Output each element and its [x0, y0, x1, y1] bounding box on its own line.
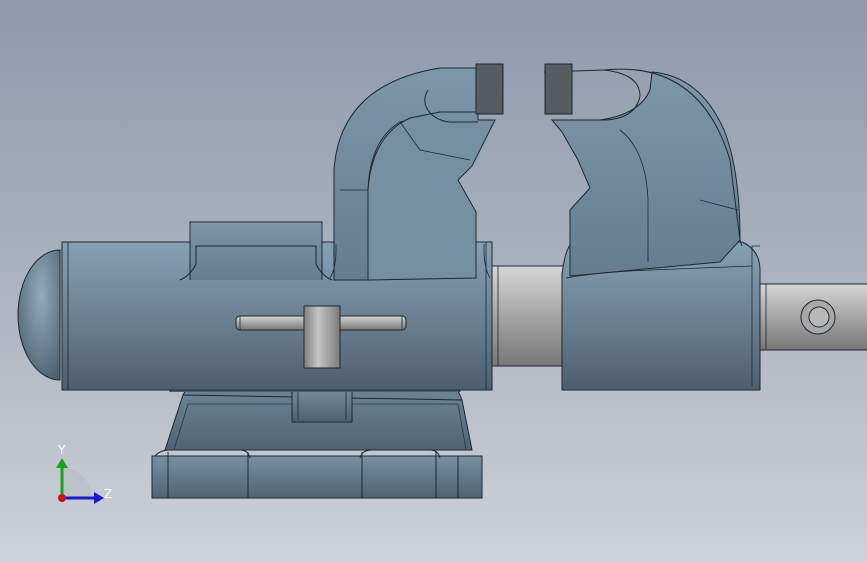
cad-viewport[interactable]: Y Z	[0, 0, 867, 562]
z-axis-label: Z	[104, 487, 112, 501]
y-axis-label: Y	[57, 443, 66, 457]
handle-shaft[interactable]	[759, 283, 867, 351]
handle-hole-icon	[808, 306, 830, 328]
main-screw[interactable]	[491, 265, 565, 367]
movable-jaw[interactable]	[543, 63, 761, 391]
movable-jaw-plate	[544, 63, 573, 115]
view-triad[interactable]: Y Z	[40, 440, 120, 510]
y-axis-arrow-icon	[56, 458, 68, 468]
bench-vise-model[interactable]	[0, 0, 867, 562]
fixed-jaw-plate	[475, 63, 504, 115]
triad-plane	[62, 468, 92, 498]
x-axis-dot-icon	[58, 494, 66, 502]
z-axis-arrow-icon	[94, 492, 104, 504]
